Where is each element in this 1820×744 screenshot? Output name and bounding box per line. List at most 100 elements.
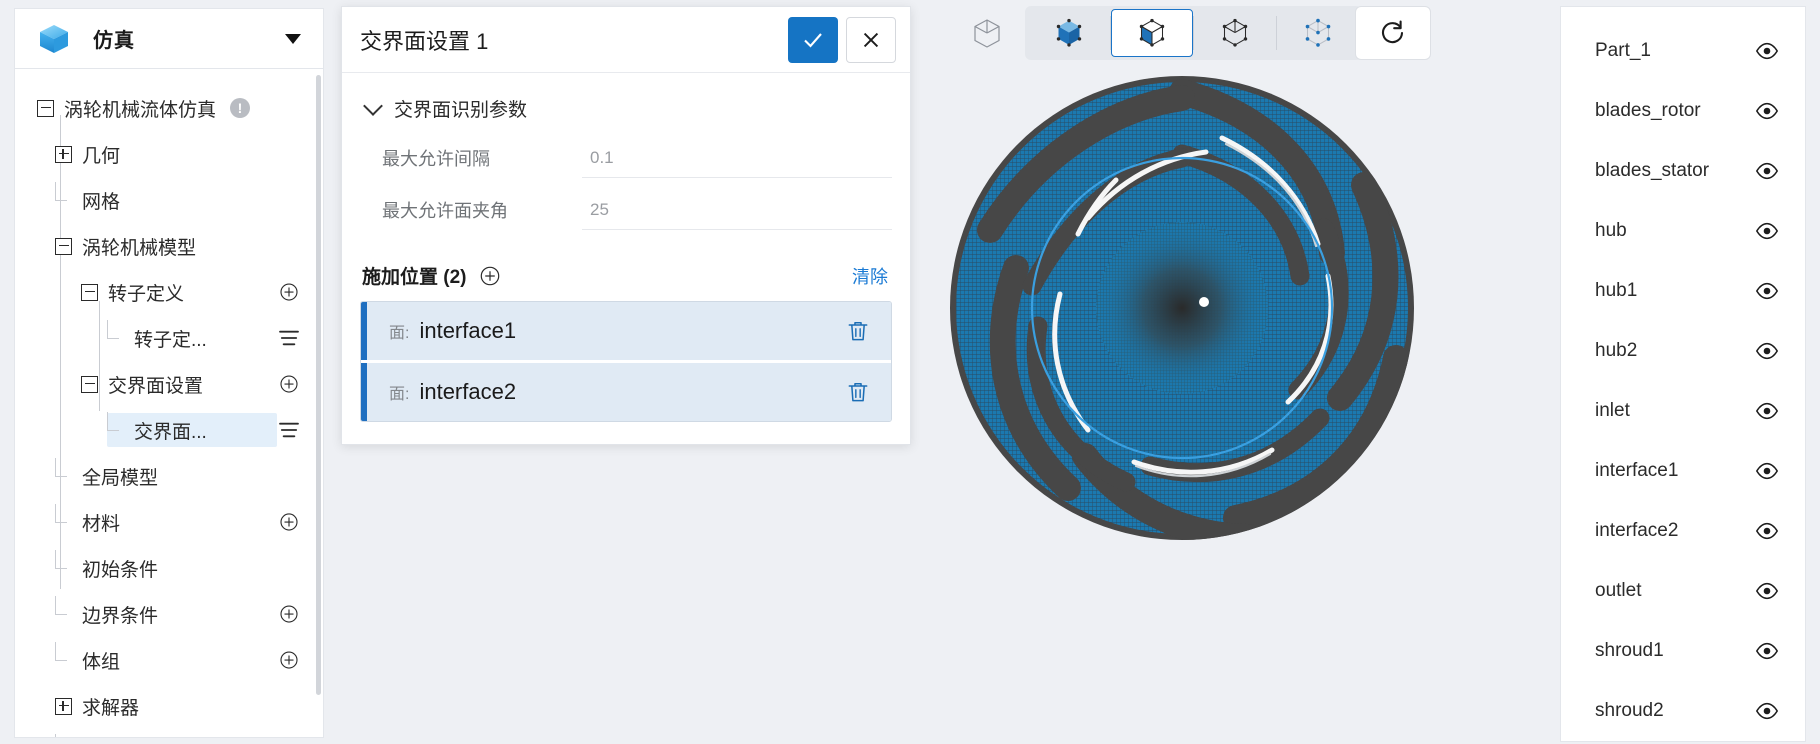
sidebar-tree-item[interactable]: 边界条件	[15, 591, 323, 637]
collapse-icon[interactable]	[37, 99, 54, 117]
part-list-item[interactable]: hub2	[1561, 321, 1805, 381]
sidebar-tree-item[interactable]: 涡轮机械流体仿真!	[15, 85, 323, 131]
tree-item-label: 网格	[82, 191, 121, 213]
tree-item-label: 交界面设置	[108, 375, 204, 397]
display-mode-shaded[interactable]	[1028, 9, 1110, 57]
item-menu-button[interactable]	[277, 326, 301, 350]
location-list-item[interactable]: 面: interface1	[361, 302, 891, 360]
eye-icon	[1755, 342, 1779, 360]
display-mode-wireframe[interactable]	[1194, 9, 1276, 57]
sidebar-header: 仿真	[14, 8, 324, 68]
section-header-recognition-params[interactable]: 交界面识别参数	[360, 91, 892, 132]
tree-item-content: 体组	[55, 641, 277, 677]
tree-elbow-connector	[55, 595, 72, 623]
visibility-toggle-button[interactable]	[1755, 39, 1779, 63]
part-name: interface2	[1595, 520, 1679, 541]
plus-circle-icon	[280, 375, 298, 393]
shaded-cube-icon	[1056, 18, 1082, 47]
sidebar-tree-item[interactable]: 涡轮机械模型	[15, 223, 323, 269]
part-list-item[interactable]: hub	[1561, 201, 1805, 261]
part-list-item[interactable]: hub1	[1561, 261, 1805, 321]
part-list-item[interactable]: interface1	[1561, 441, 1805, 501]
wireframe-cube-icon[interactable]	[965, 12, 1009, 56]
add-item-button[interactable]	[277, 648, 301, 672]
eye-icon	[1755, 582, 1779, 600]
part-list-item[interactable]: interface2	[1561, 501, 1805, 561]
display-mode-points[interactable]	[1277, 9, 1359, 57]
part-list-item[interactable]: inlet	[1561, 381, 1805, 441]
location-list-item[interactable]: 面: interface2	[361, 363, 891, 421]
cube-logo-icon	[37, 22, 71, 56]
part-list-item[interactable]: blades_rotor	[1561, 81, 1805, 141]
collapse-icon[interactable]	[55, 237, 72, 255]
tree-item-label: 初始条件	[82, 559, 159, 581]
tree-item-label: 涡轮机械模型	[82, 237, 197, 259]
reset-view-button[interactable]	[1355, 6, 1431, 60]
part-list-item[interactable]: shroud1	[1561, 621, 1805, 681]
max-face-angle-input[interactable]	[582, 190, 892, 230]
visibility-toggle-button[interactable]	[1755, 459, 1779, 483]
part-name: Part_1	[1595, 40, 1651, 61]
display-mode-shaded-edges[interactable]	[1111, 9, 1193, 57]
plus-circle-icon	[280, 605, 298, 623]
item-menu-button[interactable]	[277, 418, 301, 442]
chevron-down-icon[interactable]	[285, 33, 301, 44]
part-list-item[interactable]: Part_1	[1561, 21, 1805, 81]
sidebar-tree-item[interactable]: 初始条件	[15, 545, 323, 591]
sidebar-tree-item[interactable]: 求解器	[15, 683, 323, 729]
sidebar-scrollbar[interactable]	[316, 75, 321, 695]
visibility-toggle-button[interactable]	[1755, 159, 1779, 183]
visibility-toggle-button[interactable]	[1755, 399, 1779, 423]
dialog-body: 交界面识别参数 最大允许间隔 最大允许面夹角 施加位置 (2) 清除	[342, 73, 910, 444]
sidebar-tree-item[interactable]: 时间步&资源	[15, 729, 323, 737]
hamburger-menu-icon	[279, 422, 299, 438]
tree-item-label: 体组	[82, 651, 121, 673]
expand-icon[interactable]	[55, 145, 72, 163]
tree-item-content: 涡轮机械流体仿真!	[37, 91, 301, 125]
viewport-3d[interactable]	[920, 0, 1560, 744]
collapse-icon[interactable]	[81, 283, 98, 301]
part-list-item[interactable]: shroud2	[1561, 681, 1805, 741]
sidebar-tree-item[interactable]: 转子定义	[15, 269, 323, 315]
sidebar-tree-item[interactable]: 几何	[15, 131, 323, 177]
tree-item-content: 初始条件	[55, 549, 301, 585]
part-list-item[interactable]: outlet	[1561, 561, 1805, 621]
delete-location-button[interactable]	[845, 318, 871, 344]
collapse-icon[interactable]	[81, 375, 98, 393]
eye-icon	[1755, 522, 1779, 540]
turbomachinery-mesh[interactable]	[920, 58, 1520, 678]
sidebar-tree-item[interactable]: 交界面设置	[15, 361, 323, 407]
visibility-toggle-button[interactable]	[1755, 99, 1779, 123]
sidebar-tree-item[interactable]: 交界面...	[15, 407, 323, 453]
expand-icon[interactable]	[55, 697, 72, 715]
delete-location-button[interactable]	[845, 379, 871, 405]
visibility-toggle-button[interactable]	[1755, 639, 1779, 663]
max-gap-input[interactable]	[582, 138, 892, 178]
sidebar-tree-item[interactable]: 全局模型	[15, 453, 323, 499]
sidebar-tree-panel: 涡轮机械流体仿真! 几何网格涡轮机械模型转子定义 转子定... 交界面设置交界面...…	[14, 68, 324, 738]
part-list-item[interactable]: blades_stator	[1561, 141, 1805, 201]
visibility-toggle-button[interactable]	[1755, 339, 1779, 363]
clear-locations-link[interactable]: 清除	[852, 263, 888, 289]
sidebar-tree-item[interactable]: 网格	[15, 177, 323, 223]
visibility-toggle-button[interactable]	[1755, 279, 1779, 303]
cancel-button[interactable]	[846, 16, 896, 63]
add-item-button[interactable]	[277, 510, 301, 534]
confirm-button[interactable]	[788, 16, 838, 63]
add-location-button[interactable]	[479, 265, 501, 287]
visibility-toggle-button[interactable]	[1755, 579, 1779, 603]
tree-item-label: 涡轮机械流体仿真	[64, 99, 217, 121]
add-item-button[interactable]	[277, 372, 301, 396]
sidebar-tree-item[interactable]: 材料	[15, 499, 323, 545]
plus-circle-icon	[280, 651, 298, 669]
sidebar-tree-item[interactable]: 转子定...	[15, 315, 323, 361]
sidebar-tree-item[interactable]: 体组	[15, 637, 323, 683]
check-icon	[804, 32, 822, 48]
eye-icon	[1755, 462, 1779, 480]
visibility-toggle-button[interactable]	[1755, 219, 1779, 243]
visibility-toggle-button[interactable]	[1755, 699, 1779, 723]
add-item-button[interactable]	[277, 602, 301, 626]
add-item-button[interactable]	[277, 280, 301, 304]
visibility-toggle-button[interactable]	[1755, 519, 1779, 543]
field-label: 最大允许间隔	[382, 149, 490, 169]
